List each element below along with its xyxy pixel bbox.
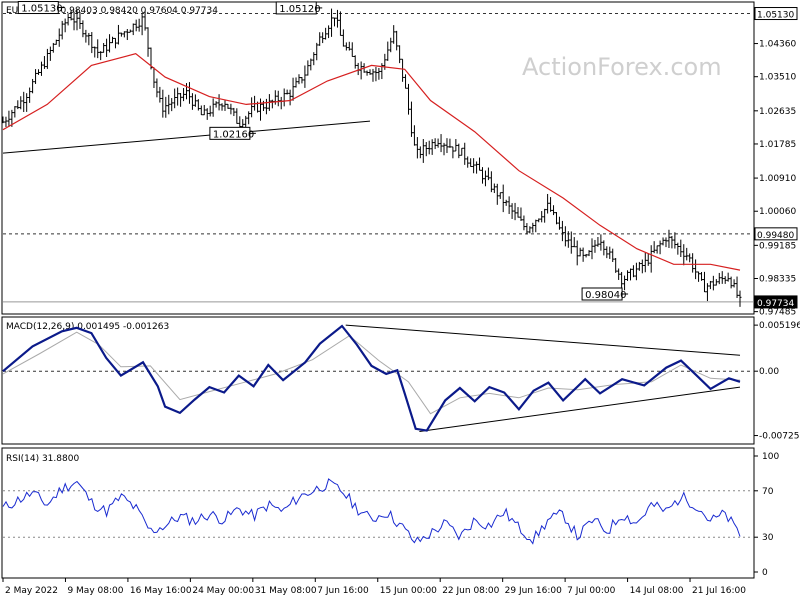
macd-line <box>2 324 741 432</box>
watermark: ActionForex.com <box>522 53 722 81</box>
x-tick-label: 2 May 2022 <box>5 586 58 596</box>
moving-average-line <box>2 53 741 271</box>
price-ytick-label: 1.04360 <box>759 40 796 50</box>
level-label: 0.97734 <box>757 299 794 309</box>
x-tick-label: 7 Jun 16:00 <box>317 586 369 596</box>
x-tick-label: 29 Jun 16:00 <box>505 586 562 596</box>
x-axis: 2 May 2022 9 May 08:00 16 May 16:00 24 May … <box>2 578 746 596</box>
price-ytick-label: 0.97485 <box>759 308 796 318</box>
macd-ytick-label: -0.007259 <box>759 432 800 442</box>
x-tick-label: 7 Jul 00:00 <box>567 586 616 596</box>
annotation-label: 1.05120 <box>279 4 320 15</box>
price-panel-frame <box>1 1 755 315</box>
annotation-label: 0.98040 <box>585 290 626 301</box>
eurchf-chart: ActionForex.com EURCHF,H4 0.98403 0.9842… <box>1 1 800 596</box>
macd-header: MACD(12,26,9) 0.001495 -0.001263 <box>6 322 169 332</box>
rsi-ytick-label: 0 <box>762 568 768 578</box>
rsi-header: RSI(14) 31.8800 <box>6 454 79 464</box>
level-label: 0.99480 <box>757 231 794 241</box>
level-label: 1.05130 <box>757 11 794 21</box>
annotation-label: 1.02160 <box>213 129 254 140</box>
price-ytick-label: 1.00060 <box>759 207 796 217</box>
macd-signal-line <box>2 331 741 415</box>
rsi-ytick-label: 30 <box>762 533 774 543</box>
x-tick-label: 15 Jun 00:00 <box>380 586 437 596</box>
x-tick-label: 24 May 00:00 <box>192 586 254 596</box>
rsi-ytick-label: 70 <box>762 487 774 497</box>
rsi-ytick-label: 100 <box>762 452 779 462</box>
support-trendline <box>2 120 371 154</box>
price-ytick-label: 1.03510 <box>759 73 796 83</box>
rsi-layer: 100 70 30 0 <box>2 452 779 578</box>
macd-panel-frame <box>1 316 755 445</box>
price-layer: 1.04360 1.03510 1.02635 1.01785 1.00910 1.000… <box>1 1 798 318</box>
macd-layer: 0.005196 0.00 -0.007259 <box>2 321 800 442</box>
x-tick-label: 31 May 08:00 <box>255 586 317 596</box>
x-tick-label: 16 May 16:00 <box>130 586 192 596</box>
x-tick-label: 9 May 08:00 <box>67 586 123 596</box>
macd-ytick-label: 0.005196 <box>759 321 800 331</box>
annotation-label: 1.05130 <box>21 4 62 15</box>
macd-ytick-label: 0.00 <box>759 367 779 377</box>
x-tick-label: 21 Jul 16:00 <box>692 586 746 596</box>
rsi-panel-frame <box>1 447 755 579</box>
price-ytick-label: 0.98335 <box>759 274 796 284</box>
rsi-line <box>2 478 741 545</box>
price-ytick-label: 1.02635 <box>759 107 796 117</box>
macd-trendline <box>345 324 741 356</box>
price-ytick-label: 0.99185 <box>759 241 796 251</box>
price-ytick-label: 1.00910 <box>759 174 796 184</box>
x-tick-label: 22 Jun 08:00 <box>442 586 499 596</box>
price-ytick-label: 1.01785 <box>759 140 796 150</box>
x-tick-label: 14 Jul 08:00 <box>630 586 684 596</box>
